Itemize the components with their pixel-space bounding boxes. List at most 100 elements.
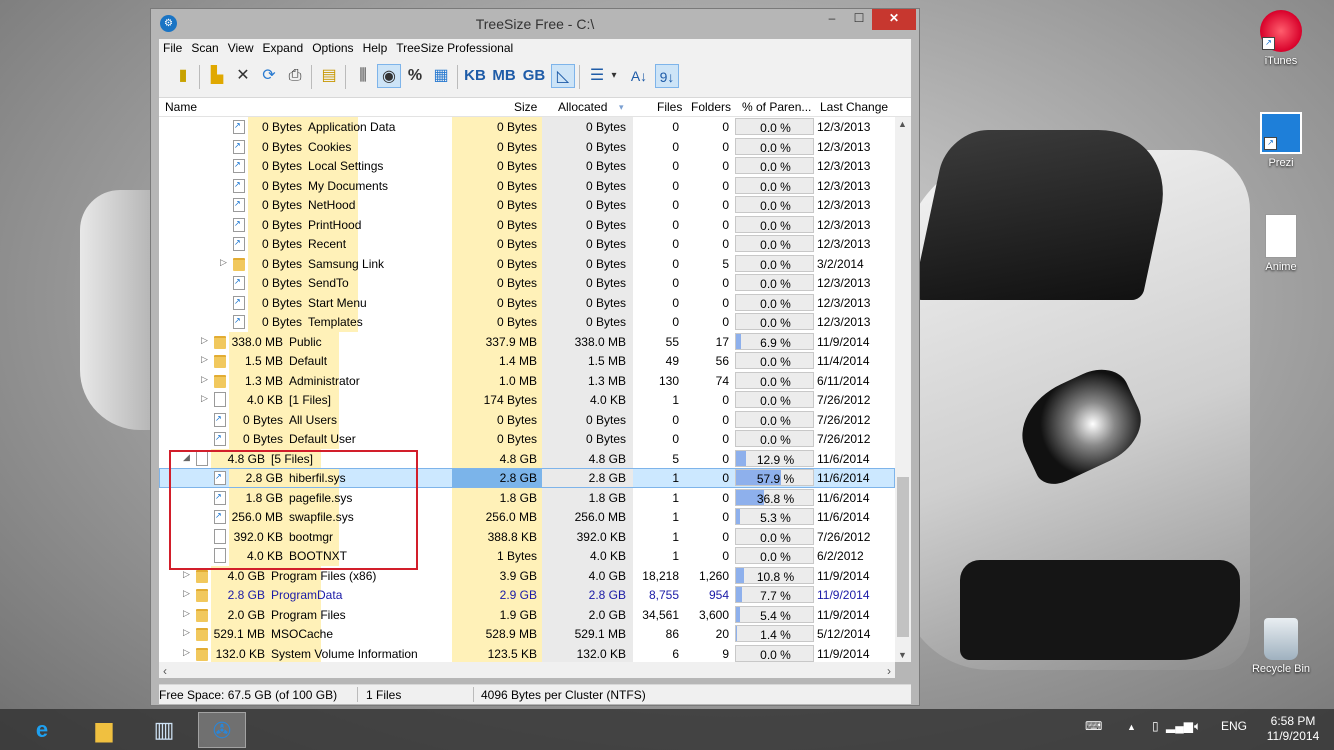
expand-toggle-icon[interactable]: ▷ (183, 627, 190, 638)
table-row[interactable]: ▷ 132.0 KB System Volume Information 123.5 … (159, 643, 895, 662)
horizontal-scrollbar[interactable]: ‹ › (159, 662, 895, 678)
table-row[interactable]: 0 Bytes SendTo 0 Bytes 0 Bytes 0 0 0.0 % 12/3/2… (159, 273, 895, 293)
size-mode-icon[interactable]: ◉ (377, 64, 401, 88)
unit-gb-button[interactable]: GB (521, 64, 547, 88)
keyboard-icon[interactable]: ⌨ (1085, 719, 1102, 733)
desktop-icon-recycle-bin[interactable]: Recycle Bin (1246, 618, 1316, 675)
table-row[interactable]: 0 Bytes Application Data 0 Bytes 0 Bytes 0 0 0… (159, 117, 895, 137)
menu-treesize-professional[interactable]: TreeSize Professional (392, 39, 518, 55)
column-allocated[interactable]: Allocated (558, 100, 607, 114)
select-folder-icon[interactable]: ▙ (205, 64, 229, 88)
menu-view[interactable]: View (224, 39, 259, 55)
table-row[interactable]: 2.8 GB hiberfil.sys 2.8 GB 2.8 GB 1 0 57.9 % 11… (159, 468, 895, 488)
menu-options[interactable]: Options (308, 39, 358, 55)
table-row[interactable]: 4.0 KB BOOTNXT 1 Bytes 4.0 KB 1 0 0.0 % 6/2/201… (159, 546, 895, 566)
refresh-icon[interactable]: ⟳ (257, 64, 281, 88)
grid-mode-icon[interactable]: ▦ (429, 64, 453, 88)
expand-toggle-icon[interactable]: ▷ (220, 257, 227, 268)
table-row[interactable]: ◢ 4.8 GB [5 Files] 4.8 GB 4.8 GB 5 0 12.9 % 11/6… (159, 448, 895, 468)
columns-icon[interactable]: ⫼ (351, 64, 375, 88)
column-folders[interactable]: Folders (691, 100, 731, 114)
column-percent-parent[interactable]: % of Paren... (742, 100, 811, 114)
expand-toggle-icon[interactable]: ▷ (183, 569, 190, 580)
menu-help[interactable]: Help (359, 39, 393, 55)
expand-toggle-icon[interactable]: ▷ (183, 608, 190, 619)
table-row[interactable]: 0 Bytes NetHood 0 Bytes 0 Bytes 0 0 0.0 % 12/3/… (159, 195, 895, 215)
battery-icon[interactable]: ▯ (1152, 719, 1159, 733)
table-row[interactable]: ▷ 1.3 MB Administrator 1.0 MB 1.3 MB 130 74 0.0… (159, 370, 895, 390)
scroll-down-icon[interactable]: ▼ (898, 650, 907, 660)
view-dropdown-icon[interactable]: ▾ (607, 64, 621, 88)
show-hidden-icons-icon[interactable]: ▲ (1127, 722, 1136, 732)
unit-kb-button[interactable]: KB (462, 64, 488, 88)
desktop-icon-itunes[interactable]: ↗ iTunes (1246, 10, 1316, 67)
close-button[interactable]: ✕ (872, 9, 916, 30)
table-row[interactable]: ▷ 0 Bytes Samsung Link 0 Bytes 0 Bytes 0 5 0.0 … (159, 253, 895, 273)
clock[interactable]: 6:58 PM 11/9/2014 (1258, 714, 1328, 744)
sort-size-icon[interactable]: 9↓ (655, 64, 679, 88)
column-last-change[interactable]: Last Change (820, 100, 888, 114)
unit-mb-button[interactable]: MB (491, 64, 517, 88)
table-row[interactable]: 0 Bytes My Documents 0 Bytes 0 Bytes 0 0 0.0 %… (159, 175, 895, 195)
vertical-scrollbar[interactable]: ▲ ▼ (895, 117, 911, 662)
language-indicator[interactable]: ENG (1221, 719, 1247, 733)
expand-toggle-icon[interactable]: ▷ (201, 393, 208, 404)
export-icon[interactable]: ▤ (317, 64, 341, 88)
treesize-taskbar-icon[interactable]: ✇ (198, 712, 246, 748)
menu-scan[interactable]: Scan (187, 39, 223, 55)
scroll-up-icon[interactable]: ▲ (898, 119, 907, 129)
row-percent: 0.0 % (760, 374, 791, 389)
table-row[interactable]: 0 Bytes Default User 0 Bytes 0 Bytes 0 0 0.0 %… (159, 429, 895, 449)
expand-toggle-icon[interactable]: ▷ (201, 335, 208, 346)
auto-unit-icon[interactable]: ◺ (551, 64, 575, 88)
scroll-right-icon[interactable]: › (887, 664, 891, 678)
expand-toggle-icon[interactable]: ▷ (201, 354, 208, 365)
table-row[interactable]: ▷ 4.0 KB [1 Files] 174 Bytes 4.0 KB 1 0 0.0 % 7/… (159, 390, 895, 410)
details-view-icon[interactable]: ☰ (585, 64, 609, 88)
table-row[interactable]: 0 Bytes All Users 0 Bytes 0 Bytes 0 0 0.0 % 7/2… (159, 409, 895, 429)
table-row[interactable]: ▷ 529.1 MB MSOCache 528.9 MB 529.1 MB 86 20 1.4… (159, 624, 895, 644)
file-explorer-icon[interactable]: ▆ (80, 712, 128, 748)
signal-icon[interactable]: ▂▄▆ (1166, 719, 1193, 733)
menu-file[interactable]: File (159, 39, 187, 55)
print-icon[interactable]: ⎙ (283, 64, 307, 88)
control-panel-icon[interactable]: ▥ (140, 712, 188, 748)
title-bar[interactable]: ⚙ TreeSize Free - C:\ ‒ ☐ ✕ (151, 9, 919, 39)
table-row[interactable]: ▷ 1.5 MB Default 1.4 MB 1.5 MB 49 56 0.0 % 11/4/… (159, 351, 895, 371)
table-row[interactable]: ▷ 4.0 GB Program Files (x86) 3.9 GB 4.0 GB 18… (159, 565, 895, 585)
percent-bar: 0.0 % (735, 118, 814, 135)
maximize-button[interactable]: ☐ (845, 9, 873, 30)
table-row[interactable]: 0 Bytes Cookies 0 Bytes 0 Bytes 0 0 0.0 % 12/3/… (159, 136, 895, 156)
volume-icon[interactable]: 🔈︎ (1194, 719, 1201, 734)
scrollbar-thumb[interactable] (897, 477, 909, 637)
table-row[interactable]: 0 Bytes Local Settings 0 Bytes 0 Bytes 0 0 0.0… (159, 156, 895, 176)
folder-tree-list[interactable]: 0 BytesApplication Data0 Bytes0 Bytes000… (159, 117, 895, 662)
expand-toggle-icon[interactable]: ◢ (183, 452, 190, 463)
table-row[interactable]: ▷ 2.0 GB Program Files 1.9 GB 2.0 GB 34,561 3,… (159, 604, 895, 624)
menu-expand[interactable]: Expand (259, 39, 309, 55)
table-row[interactable]: 0 Bytes Start Menu 0 Bytes 0 Bytes 0 0 0.0 % 12… (159, 292, 895, 312)
table-row[interactable]: 256.0 MB swapfile.sys 256.0 MB 256.0 MB 1 0 5.… (159, 507, 895, 527)
internet-explorer-icon[interactable]: e (18, 712, 66, 748)
table-row[interactable]: 1.8 GB pagefile.sys 1.8 GB 1.8 GB 1 0 36.8 % 11… (159, 487, 895, 507)
column-name[interactable]: Name (165, 100, 197, 114)
sort-az-icon[interactable]: A↓ (627, 64, 651, 88)
expand-toggle-icon[interactable]: ▷ (183, 647, 190, 658)
minimize-button[interactable]: ‒ (818, 9, 846, 30)
table-row[interactable]: 392.0 KB bootmgr 388.8 KB 392.0 KB 1 0 0.0 % 7/… (159, 526, 895, 546)
desktop-icon-anime[interactable]: Anime (1246, 214, 1316, 273)
expand-toggle-icon[interactable]: ▷ (183, 588, 190, 599)
stop-icon[interactable]: ✕ (231, 64, 255, 88)
table-row[interactable]: 0 Bytes Recent 0 Bytes 0 Bytes 0 0 0.0 % 12/3/2… (159, 234, 895, 254)
scan-drive-icon[interactable]: ▮ (171, 64, 195, 88)
column-files[interactable]: Files (657, 100, 682, 114)
desktop-icon-prezi[interactable]: ↗ Prezi (1246, 112, 1316, 169)
percent-mode-button[interactable]: % (403, 64, 427, 88)
column-size[interactable]: Size (514, 100, 537, 114)
table-row[interactable]: 0 Bytes Templates 0 Bytes 0 Bytes 0 0 0.0 % 12/… (159, 312, 895, 332)
table-row[interactable]: 0 Bytes PrintHood 0 Bytes 0 Bytes 0 0 0.0 % 12/… (159, 214, 895, 234)
table-row[interactable]: ▷ 2.8 GB ProgramData 2.9 GB 2.8 GB 8,755 954 7.… (159, 585, 895, 605)
table-row[interactable]: ▷ 338.0 MB Public 337.9 MB 338.0 MB 55 17 6.9 %… (159, 331, 895, 351)
expand-toggle-icon[interactable]: ▷ (201, 374, 208, 385)
scroll-left-icon[interactable]: ‹ (163, 664, 167, 678)
